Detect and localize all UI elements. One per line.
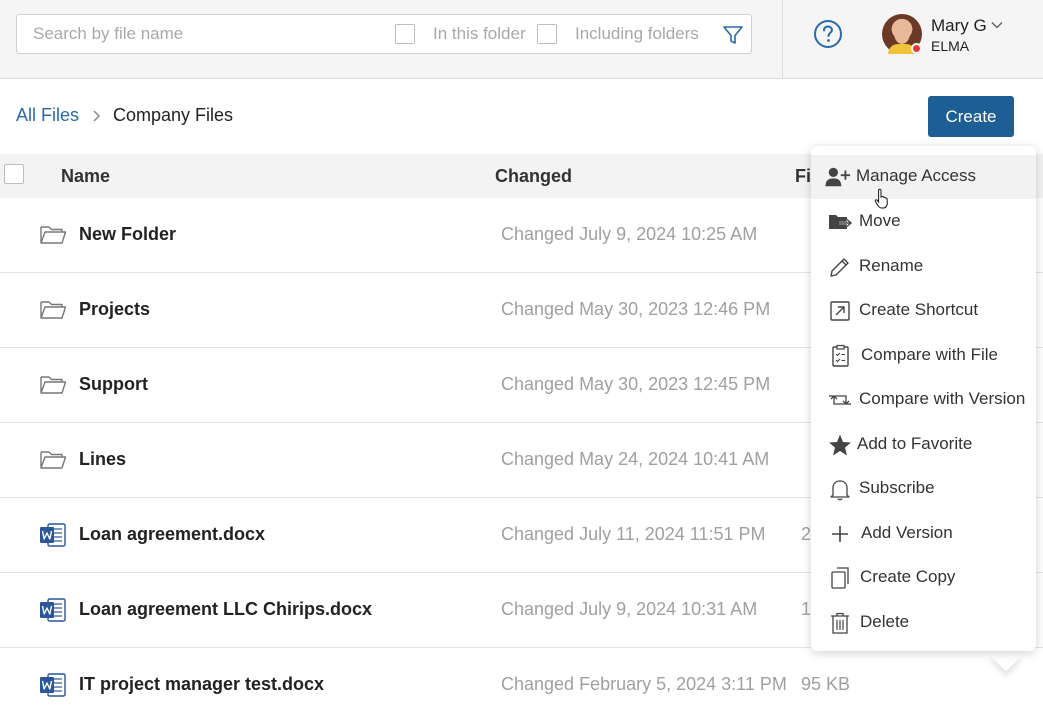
top-bar: In this folder Including folders Mary G … bbox=[0, 0, 1043, 79]
menu-item-manage-access[interactable]: Manage Access bbox=[811, 155, 1036, 199]
row-changed: Changed July 9, 2024 10:25 AM bbox=[501, 224, 758, 244]
breadcrumb-current: Company Files bbox=[113, 105, 234, 125]
folder-icon bbox=[40, 376, 67, 394]
row-name[interactable]: Loan agreement.docx bbox=[79, 524, 265, 545]
menu-label: Delete bbox=[860, 612, 910, 631]
star-icon bbox=[829, 434, 851, 456]
folder-icon bbox=[40, 451, 67, 469]
menu-item-add-to-favorite[interactable]: Add to Favorite bbox=[811, 423, 1036, 467]
menu-label: Create Shortcut bbox=[859, 300, 979, 319]
including-folders-checkbox[interactable] bbox=[537, 24, 557, 44]
menu-label: Compare with File bbox=[861, 345, 998, 364]
word-doc-icon bbox=[40, 598, 66, 622]
word-doc-icon bbox=[40, 673, 66, 697]
copy-icon bbox=[831, 567, 849, 589]
row-name[interactable]: Loan agreement LLC Chirips.docx bbox=[79, 599, 372, 620]
folder-icon bbox=[40, 301, 67, 319]
including-folders-label: Including folders bbox=[575, 24, 699, 43]
breadcrumb-all-files[interactable]: All Files bbox=[16, 105, 79, 125]
menu-label: Move bbox=[859, 211, 901, 230]
menu-label: Add Version bbox=[861, 523, 953, 542]
row-changed: Changed July 9, 2024 10:31 AM bbox=[501, 599, 758, 619]
compare-version-icon bbox=[829, 395, 851, 405]
menu-item-rename[interactable]: Rename bbox=[811, 245, 1036, 289]
trash-icon bbox=[831, 612, 849, 634]
menu-item-delete[interactable]: Delete bbox=[811, 601, 1036, 645]
row-changed: Changed May 30, 2023 12:46 PM bbox=[501, 299, 771, 319]
menu-label: Create Copy bbox=[860, 567, 956, 586]
menu-item-create-copy[interactable]: Create Copy bbox=[811, 556, 1036, 600]
filter-icon[interactable] bbox=[721, 23, 745, 47]
select-all-checkbox[interactable] bbox=[4, 164, 24, 184]
menu-item-compare-with-version[interactable]: Compare with Version bbox=[811, 378, 1036, 422]
breadcrumb: All Files Company Files bbox=[16, 105, 233, 129]
row-changed: Changed July 11, 2024 11:51 PM bbox=[501, 524, 766, 544]
shortcut-icon bbox=[830, 301, 850, 321]
column-file-size[interactable]: Fi bbox=[795, 166, 811, 187]
row-name[interactable]: Projects bbox=[79, 299, 150, 320]
pencil-icon bbox=[830, 258, 849, 277]
column-changed[interactable]: Changed bbox=[495, 166, 572, 187]
menu-item-subscribe[interactable]: Subscribe bbox=[811, 467, 1036, 511]
chevron-right-icon bbox=[93, 110, 101, 122]
menu-item-add-version[interactable]: Add Version bbox=[811, 512, 1036, 556]
in-this-folder-checkbox[interactable] bbox=[395, 24, 415, 44]
row-name[interactable]: IT project manager test.docx bbox=[79, 674, 324, 695]
move-icon bbox=[829, 215, 853, 229]
row-name[interactable]: New Folder bbox=[79, 224, 176, 245]
row-size: 2 bbox=[801, 524, 812, 544]
context-menu: Manage Access Move Rename Create Shortcu… bbox=[811, 146, 1036, 651]
chevron-down-icon[interactable] bbox=[990, 18, 1004, 32]
menu-label: Rename bbox=[859, 256, 924, 275]
search-input[interactable] bbox=[18, 16, 378, 52]
table-row[interactable]: IT project manager test.docx Changed Feb… bbox=[0, 648, 1043, 720]
row-size: 95 KB bbox=[801, 674, 851, 694]
create-button[interactable]: Create bbox=[928, 96, 1014, 137]
topbar-divider bbox=[782, 0, 783, 79]
menu-label: Subscribe bbox=[859, 478, 935, 497]
row-changed: Changed February 5, 2024 3:11 PM bbox=[501, 674, 787, 694]
word-doc-icon bbox=[40, 523, 66, 547]
menu-label: Manage Access bbox=[856, 166, 977, 185]
plus-icon bbox=[832, 526, 848, 542]
in-this-folder-label: In this folder bbox=[433, 24, 526, 43]
manage-access-icon bbox=[825, 167, 851, 187]
help-icon[interactable] bbox=[813, 19, 843, 49]
row-changed: Changed May 24, 2024 10:41 AM bbox=[501, 449, 770, 469]
menu-item-create-shortcut[interactable]: Create Shortcut bbox=[811, 289, 1036, 333]
menu-item-move[interactable]: Move bbox=[811, 200, 1036, 244]
row-name[interactable]: Support bbox=[79, 374, 148, 395]
row-name[interactable]: Lines bbox=[79, 449, 126, 470]
menu-label: Add to Favorite bbox=[857, 434, 973, 453]
search-box: In this folder Including folders bbox=[16, 14, 752, 54]
hand-cursor-icon bbox=[874, 188, 888, 209]
bell-icon bbox=[830, 480, 850, 501]
user-name[interactable]: Mary G bbox=[931, 16, 987, 36]
row-size: 1 bbox=[801, 599, 812, 619]
user-company: ELMA bbox=[931, 38, 970, 54]
status-dot bbox=[911, 43, 922, 54]
menu-label: Compare with Version bbox=[859, 389, 1026, 408]
column-name[interactable]: Name bbox=[61, 166, 110, 187]
folder-icon bbox=[40, 226, 67, 244]
row-changed: Changed May 30, 2023 12:45 PM bbox=[501, 374, 771, 394]
clipboard-icon bbox=[832, 344, 849, 367]
menu-item-compare-with-file[interactable]: Compare with File bbox=[811, 334, 1036, 378]
avatar-face bbox=[894, 22, 910, 44]
